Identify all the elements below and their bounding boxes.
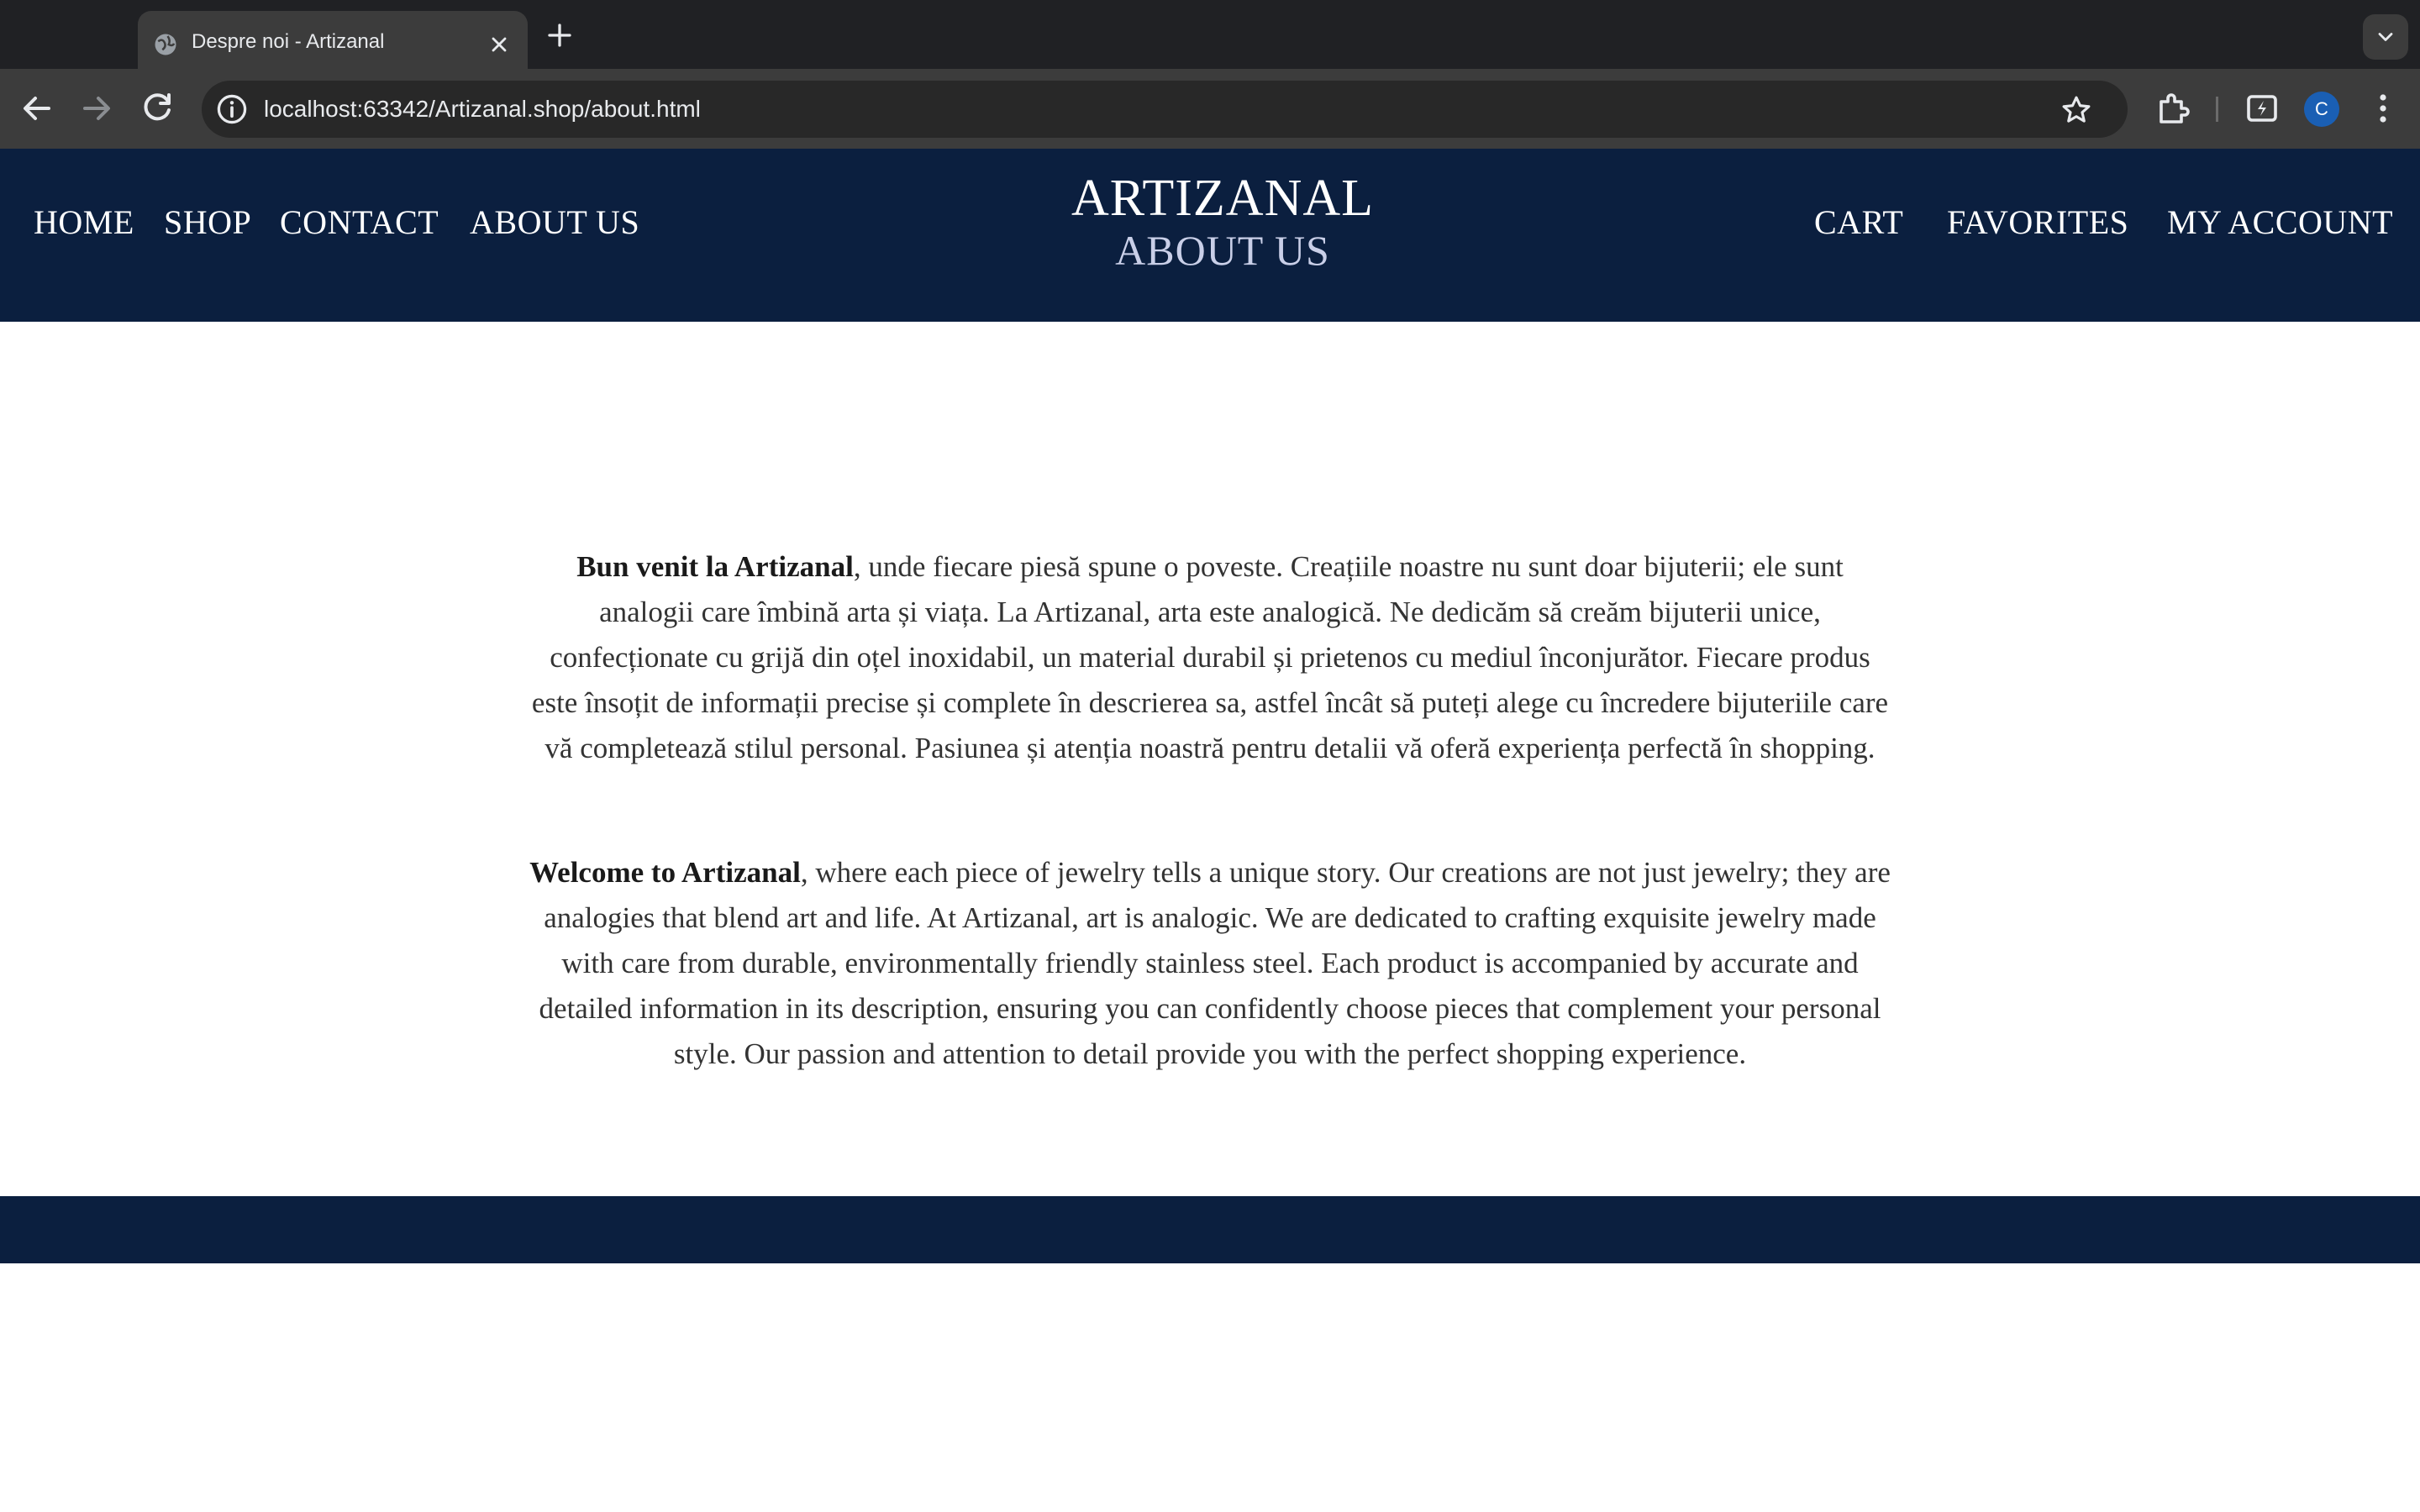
tab-title: Despre noi - Artizanal xyxy=(192,30,385,53)
page-title: ABOUT US xyxy=(1115,227,1330,274)
url-text[interactable]: localhost:63342/Artizanal.shop/about.htm… xyxy=(264,96,701,123)
about-paragraph-ro: Bun venit la Artizanal, unde fiecare pie… xyxy=(528,544,1892,771)
nav-my-account-link[interactable]: MY ACCOUNT xyxy=(2167,202,2393,242)
brand-logo[interactable]: ARTIZANAL xyxy=(958,169,1487,228)
plus-icon[interactable] xyxy=(544,20,575,50)
toolbar-separator xyxy=(2216,97,2218,122)
chevron-down-icon xyxy=(2378,33,2393,41)
star-icon[interactable] xyxy=(2059,92,2094,128)
about-lead-ro: Bun venit la Artizanal xyxy=(576,550,854,583)
browser-tabstrip: Despre noi - Artizanal xyxy=(0,0,2420,69)
kebab-menu-icon[interactable] xyxy=(2363,88,2403,129)
nav-contact-link[interactable]: CONTACT xyxy=(280,202,439,242)
nav-shop-link[interactable]: SHOP xyxy=(164,202,251,242)
nav-home-link[interactable]: HOME xyxy=(34,202,134,242)
site-header: HOME SHOP CONTACT ABOUT US ARTIZANAL ABO… xyxy=(0,149,2420,322)
extensions-icon[interactable] xyxy=(2153,88,2193,129)
back-arrow-icon[interactable] xyxy=(17,88,57,129)
about-lead-en: Welcome to Artizanal xyxy=(529,856,801,889)
site-footer xyxy=(0,1196,2420,1263)
browser-tab[interactable]: Despre noi - Artizanal xyxy=(138,11,528,69)
nav-favorites-link[interactable]: FAVORITES xyxy=(1947,202,2128,242)
nav-about-link[interactable]: ABOUT US xyxy=(470,202,639,242)
reload-icon[interactable] xyxy=(137,88,177,129)
close-icon[interactable] xyxy=(487,33,511,56)
globe-icon xyxy=(155,34,176,55)
performance-icon[interactable] xyxy=(2242,88,2282,129)
info-icon[interactable] xyxy=(213,91,250,128)
about-paragraph-en: Welcome to Artizanal, where each piece o… xyxy=(528,850,1892,1077)
nav-cart-link[interactable]: CART xyxy=(1814,202,1903,242)
browser-toolbar: localhost:63342/Artizanal.shop/about.htm… xyxy=(0,69,2420,149)
tab-search-button[interactable] xyxy=(2363,14,2408,60)
address-bar[interactable]: localhost:63342/Artizanal.shop/about.htm… xyxy=(202,81,2128,138)
profile-avatar[interactable]: C xyxy=(2304,92,2339,127)
forward-arrow-icon[interactable] xyxy=(76,88,117,129)
